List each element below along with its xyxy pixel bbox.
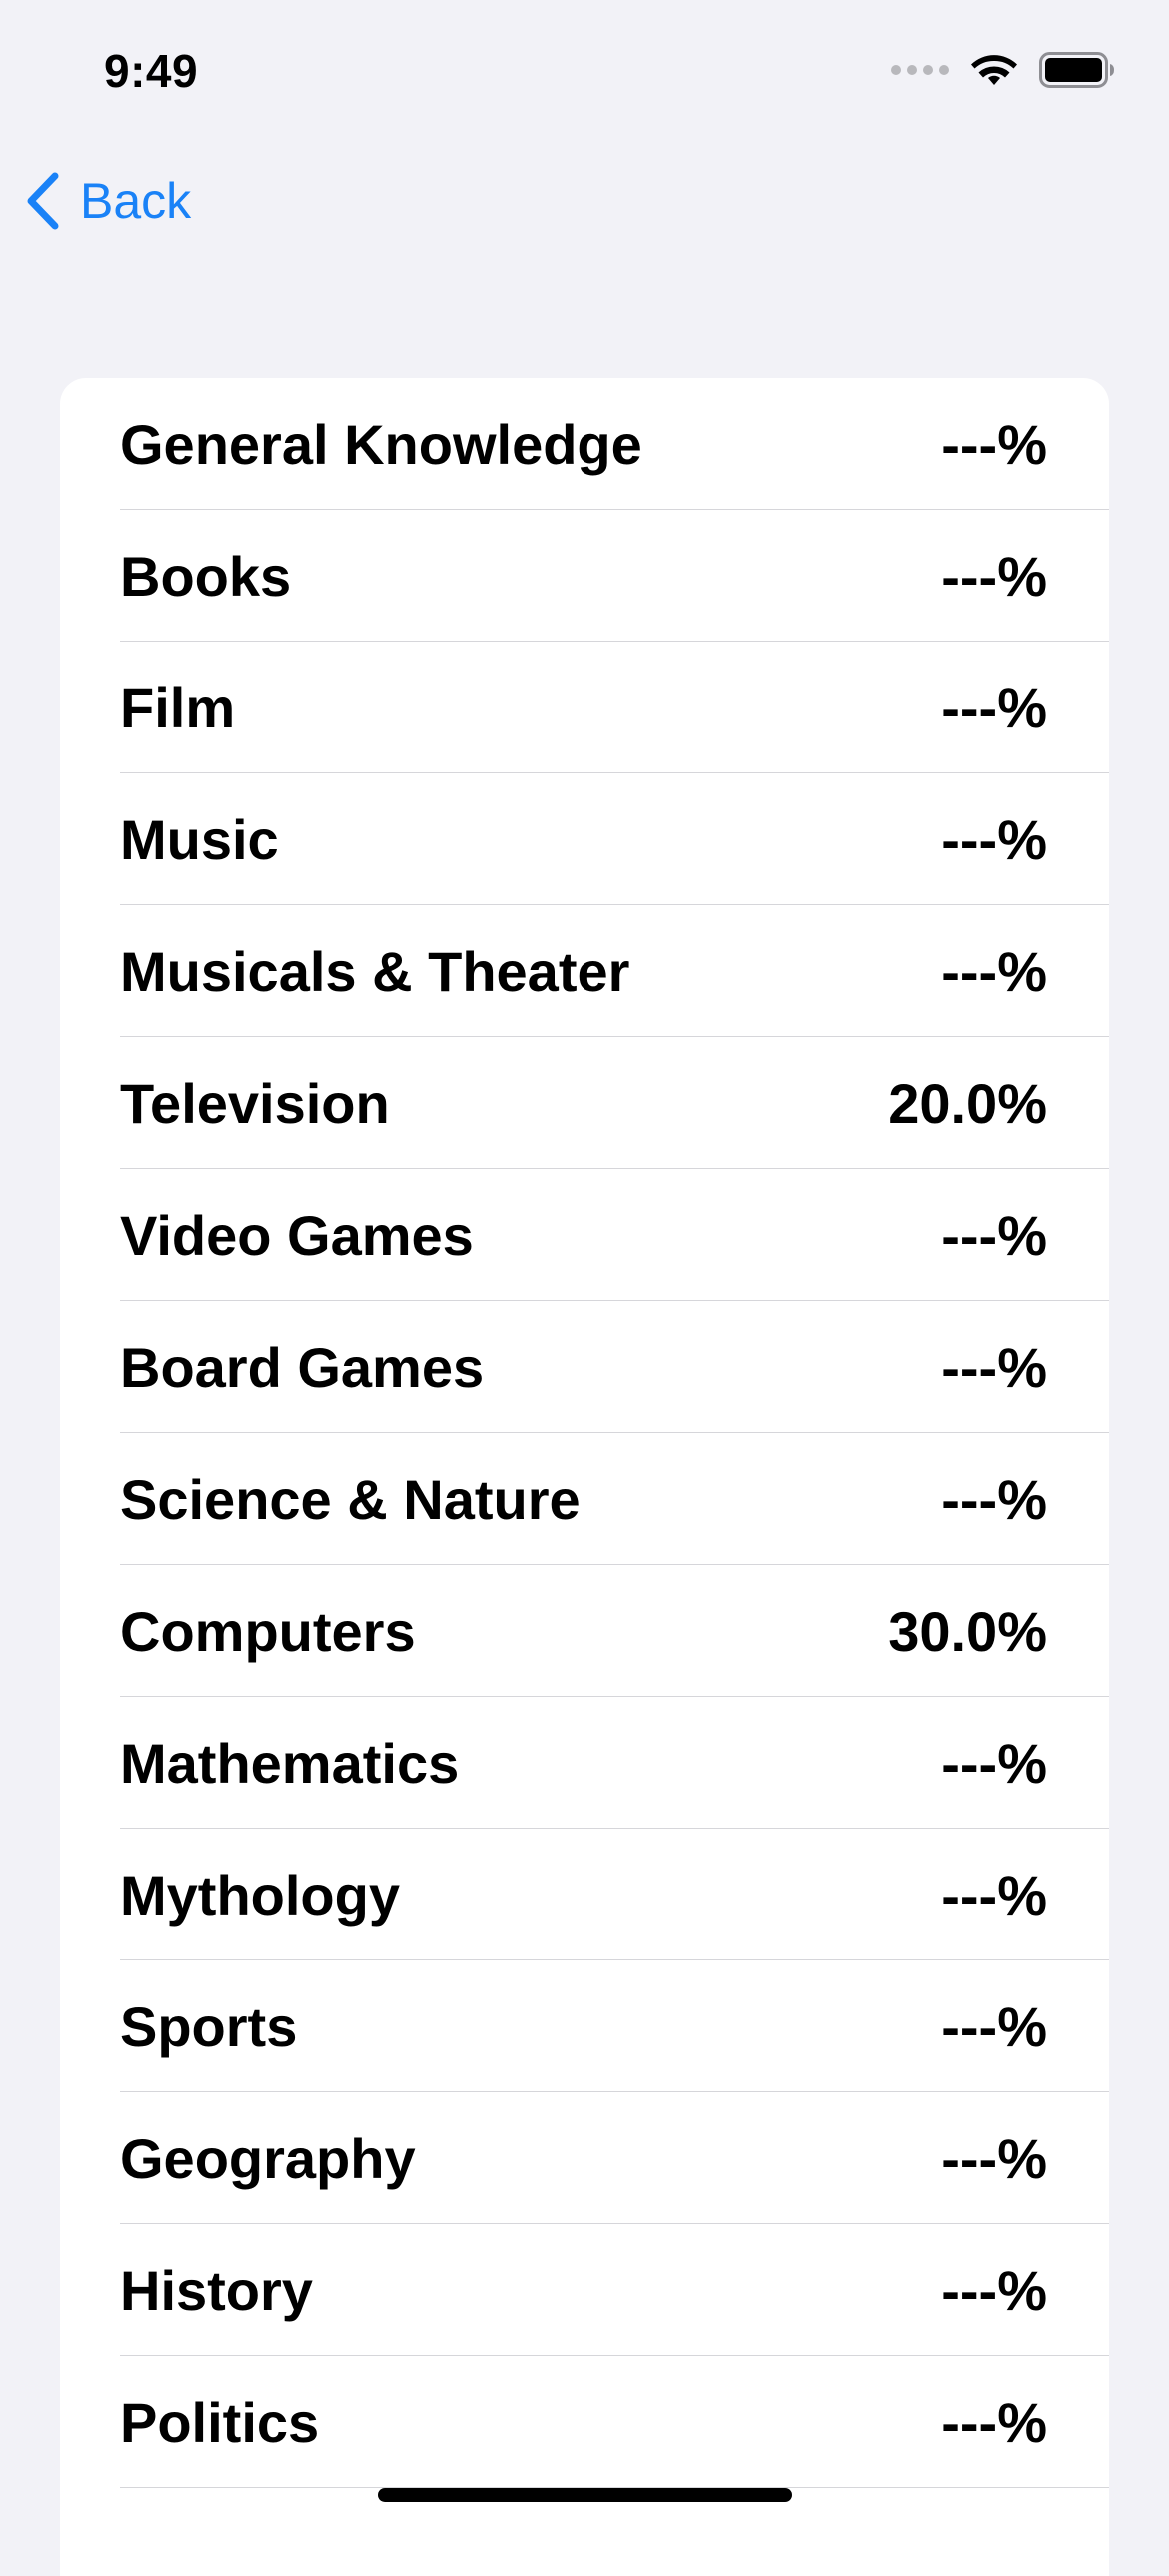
list-item[interactable]: Music ---% xyxy=(60,773,1109,905)
category-score: ---% xyxy=(941,807,1047,871)
category-name: Film xyxy=(120,675,236,739)
list-item[interactable]: General Knowledge ---% xyxy=(60,378,1109,510)
category-name: Computers xyxy=(120,1599,416,1663)
status-icons xyxy=(891,52,1115,88)
category-score: ---% xyxy=(941,1863,1047,1927)
category-name: Mathematics xyxy=(120,1731,460,1795)
navigation-bar: Back xyxy=(0,160,1169,250)
home-indicator[interactable] xyxy=(378,2488,792,2502)
list-item[interactable]: Musicals & Theater ---% xyxy=(60,905,1109,1037)
back-button[interactable]: Back xyxy=(24,172,191,230)
category-name: Musicals & Theater xyxy=(120,939,630,1003)
category-score: ---% xyxy=(941,2258,1047,2322)
category-score: ---% xyxy=(941,675,1047,739)
list-item[interactable]: Geography ---% xyxy=(60,2092,1109,2224)
list-item[interactable]: Politics ---% xyxy=(60,2356,1109,2488)
category-score: 20.0% xyxy=(888,1071,1047,1135)
category-name: History xyxy=(120,2258,313,2322)
list-item[interactable]: Video Games ---% xyxy=(60,1169,1109,1301)
category-score: ---% xyxy=(941,2390,1047,2454)
category-score: ---% xyxy=(941,1335,1047,1399)
list-item[interactable]: Mythology ---% xyxy=(60,1829,1109,1960)
category-name: Mythology xyxy=(120,1863,400,1927)
category-score: ---% xyxy=(941,544,1047,608)
list-item[interactable]: Board Games ---% xyxy=(60,1301,1109,1433)
category-score: ---% xyxy=(941,1203,1047,1267)
category-name: General Knowledge xyxy=(120,412,642,476)
category-score: ---% xyxy=(941,412,1047,476)
status-bar: 9:49 xyxy=(0,0,1169,140)
category-name: Sports xyxy=(120,1994,298,2058)
category-score: ---% xyxy=(941,2126,1047,2190)
category-score: ---% xyxy=(941,939,1047,1003)
battery-icon xyxy=(1039,52,1114,88)
category-name: Politics xyxy=(120,2390,320,2454)
list-item[interactable]: Mathematics ---% xyxy=(60,1697,1109,1829)
list-item[interactable]: Television 20.0% xyxy=(60,1037,1109,1169)
wifi-icon xyxy=(971,55,1017,85)
chevron-left-icon xyxy=(27,172,59,230)
category-score: 30.0% xyxy=(888,1599,1047,1663)
list-item[interactable]: History ---% xyxy=(60,2224,1109,2356)
status-time: 9:49 xyxy=(104,45,199,97)
back-label: Back xyxy=(80,173,192,229)
list-item[interactable]: Science & Nature ---% xyxy=(60,1433,1109,1565)
category-name: Geography xyxy=(120,2126,416,2190)
category-name: Television xyxy=(120,1071,390,1135)
category-name: Science & Nature xyxy=(120,1467,581,1531)
category-score: ---% xyxy=(941,1467,1047,1531)
category-name: Books xyxy=(120,544,292,608)
category-name: Video Games xyxy=(120,1203,474,1267)
cellular-signal-icon xyxy=(891,65,949,75)
category-name: Board Games xyxy=(120,1335,485,1399)
list-item[interactable]: Film ---% xyxy=(60,642,1109,773)
list-item[interactable]: Computers 30.0% xyxy=(60,1565,1109,1697)
category-list: General Knowledge ---% Books ---% Film -… xyxy=(60,378,1109,2576)
list-item[interactable]: Sports ---% xyxy=(60,1960,1109,2092)
category-name: Music xyxy=(120,807,279,871)
list-item[interactable]: Books ---% xyxy=(60,510,1109,642)
category-score: ---% xyxy=(941,1731,1047,1795)
category-score: ---% xyxy=(941,1994,1047,2058)
